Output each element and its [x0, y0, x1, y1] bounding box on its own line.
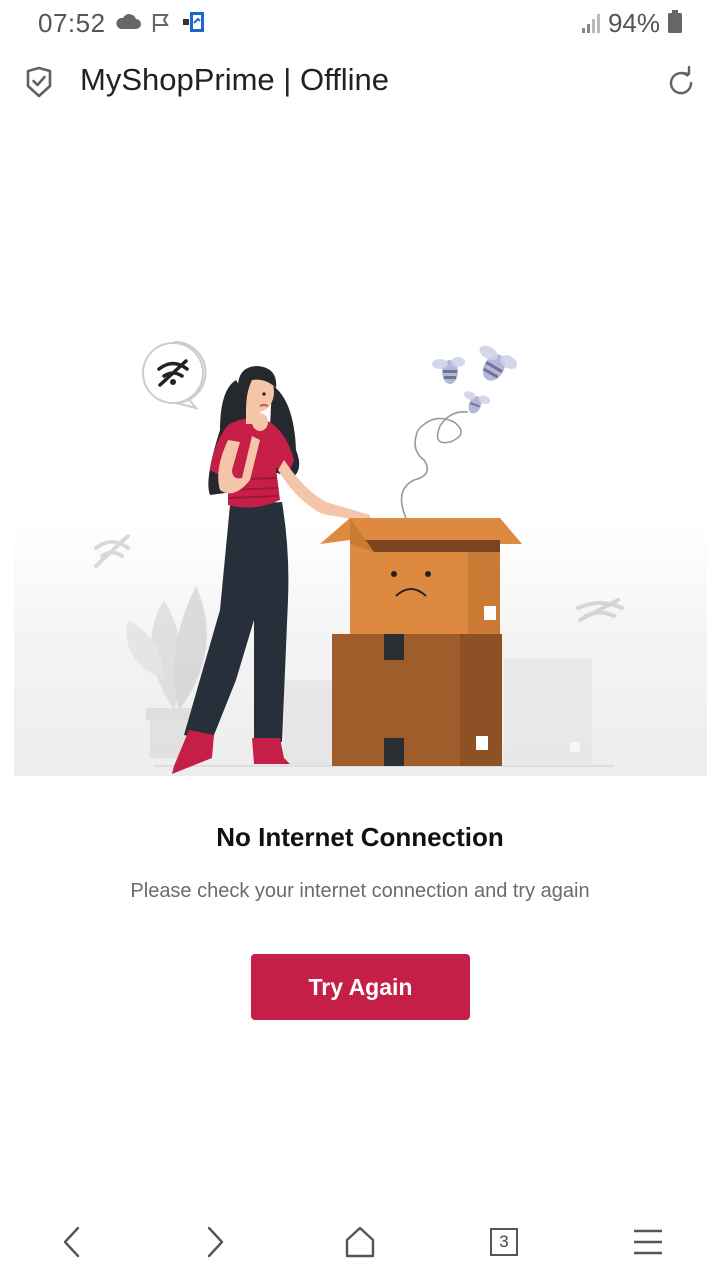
forward-button[interactable] — [193, 1220, 237, 1264]
no-connection-title: No Internet Connection — [216, 822, 504, 852]
battery-percent: 94% — [607, 8, 660, 38]
bees — [400, 345, 518, 519]
page-title[interactable]: MyShopPrime | Offline — [80, 62, 389, 98]
home-icon — [345, 1226, 375, 1258]
status-time: 07:52 — [38, 8, 106, 38]
signal-icon — [582, 14, 600, 33]
no-connection-illustration — [14, 340, 707, 776]
menu-icon — [634, 1229, 662, 1255]
flag-icon — [152, 14, 169, 32]
cloud-icon — [116, 14, 141, 29]
home-button[interactable] — [338, 1220, 382, 1264]
battery-icon — [668, 10, 682, 33]
back-button[interactable] — [50, 1220, 94, 1264]
status-bar: 07:52 94% — [0, 0, 720, 46]
forward-icon — [207, 1226, 224, 1258]
menu-button[interactable] — [626, 1220, 670, 1264]
browser-toolbar: MyShopPrime | Offline — [0, 46, 720, 122]
tabs-button[interactable]: 3 — [482, 1220, 526, 1264]
offline-screen: 07:52 94% MyShopPrime | Offline No Inter… — [0, 0, 720, 1280]
speech-bubble-wifi-off — [142, 340, 207, 410]
back-icon — [63, 1226, 80, 1258]
cardboard-boxes — [320, 518, 522, 766]
tab-count: 3 — [499, 1232, 509, 1251]
browser-bottom-nav: 3 — [0, 1200, 720, 1280]
sim-icon — [183, 12, 204, 32]
reload-icon[interactable] — [664, 66, 698, 100]
shield-check-icon[interactable] — [24, 66, 54, 100]
try-again-button[interactable]: Try Again — [251, 954, 470, 1020]
no-connection-message: Please check your internet connection an… — [130, 880, 590, 902]
